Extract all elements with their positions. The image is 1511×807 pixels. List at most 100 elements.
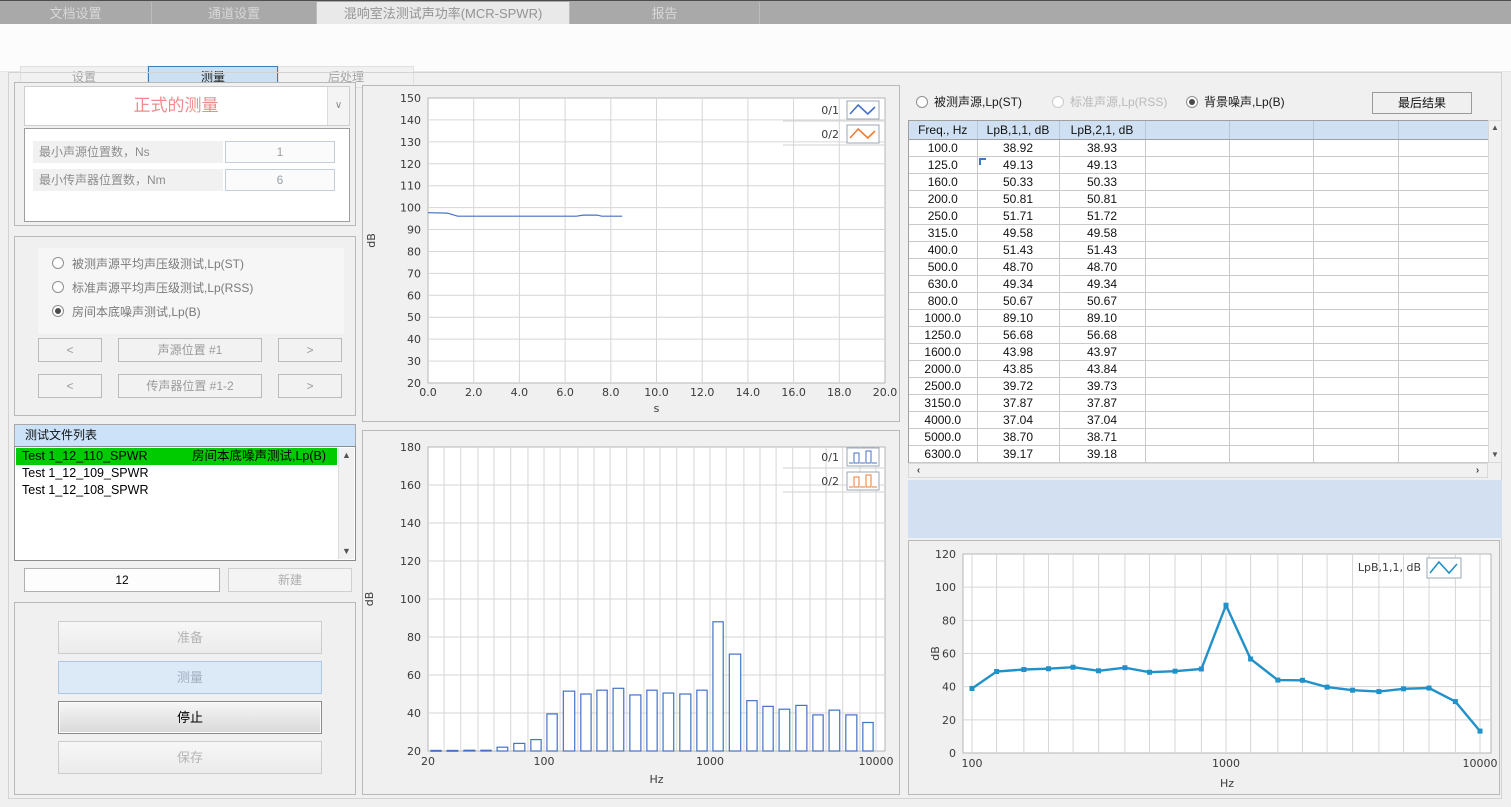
table-cell[interactable]: 1250.0 <box>909 326 977 343</box>
table-row[interactable]: 630.049.3449.34 <box>909 275 1489 292</box>
table-cell[interactable] <box>1145 377 1229 394</box>
table-cell[interactable] <box>1398 156 1489 173</box>
table-cell[interactable]: 315.0 <box>909 224 977 241</box>
table-row[interactable]: 4000.037.0437.04 <box>909 411 1489 428</box>
table-cell[interactable] <box>1313 207 1398 224</box>
table-cell[interactable] <box>1229 377 1313 394</box>
table-cell[interactable]: 50.33 <box>977 173 1059 190</box>
table-cell[interactable] <box>1145 190 1229 207</box>
table-row[interactable]: 1000.089.1089.10 <box>909 309 1489 326</box>
table-cell[interactable] <box>1229 224 1313 241</box>
table-cell[interactable]: 37.87 <box>977 394 1059 411</box>
table-cell[interactable] <box>1145 224 1229 241</box>
table-cell[interactable] <box>1398 309 1489 326</box>
table-cell[interactable]: 39.73 <box>1059 377 1145 394</box>
table-cell[interactable] <box>1313 343 1398 360</box>
table-cell[interactable] <box>1398 173 1489 190</box>
table-cell[interactable] <box>1398 428 1489 445</box>
table-row[interactable]: 200.050.8150.81 <box>909 190 1489 207</box>
table-cell[interactable] <box>1398 139 1489 156</box>
table-vertical-scrollbar[interactable]: ▲ ▼ <box>1488 120 1502 463</box>
table-cell[interactable]: 50.67 <box>1059 292 1145 309</box>
table-cell[interactable]: 49.58 <box>1059 224 1145 241</box>
stop-button[interactable]: 停止 <box>58 701 322 734</box>
radio-lp-rss[interactable] <box>52 281 64 293</box>
save-button[interactable]: 保存 <box>58 741 322 774</box>
table-row[interactable]: 2500.039.7239.73 <box>909 377 1489 394</box>
table-cell[interactable] <box>1145 258 1229 275</box>
table-cell[interactable] <box>1313 292 1398 309</box>
table-cell[interactable]: 51.43 <box>977 241 1059 258</box>
table-cell[interactable]: 400.0 <box>909 241 977 258</box>
table-row[interactable]: 6300.039.1739.18 <box>909 445 1489 462</box>
table-cell[interactable] <box>1229 258 1313 275</box>
table-cell[interactable]: 39.17 <box>977 445 1059 462</box>
table-cell[interactable]: 38.71 <box>1059 428 1145 445</box>
table-cell[interactable]: 43.85 <box>977 360 1059 377</box>
table-cell[interactable] <box>1398 360 1489 377</box>
table-cell[interactable]: 43.98 <box>977 343 1059 360</box>
table-cell[interactable] <box>1313 309 1398 326</box>
tab-mcr-spwr[interactable]: 混响室法测试声功率(MCR-SPWR) <box>317 2 570 25</box>
table-cell[interactable] <box>1229 343 1313 360</box>
table-cell[interactable] <box>1313 360 1398 377</box>
table-cell[interactable]: 1600.0 <box>909 343 977 360</box>
list-item[interactable]: Test 1_12_110_SPWR房间本底噪声测试,Lp(B) <box>16 448 337 465</box>
table-cell[interactable]: 50.81 <box>1059 190 1145 207</box>
table-cell[interactable] <box>1229 309 1313 326</box>
table-cell[interactable] <box>1398 190 1489 207</box>
table-cell[interactable]: 38.93 <box>1059 139 1145 156</box>
table-cell[interactable] <box>1398 343 1489 360</box>
table-cell[interactable] <box>1398 326 1489 343</box>
table-cell[interactable]: 2500.0 <box>909 377 977 394</box>
table-cell[interactable] <box>1398 275 1489 292</box>
table-cell[interactable]: 48.70 <box>977 258 1059 275</box>
table-cell[interactable]: 49.13 <box>977 156 1059 173</box>
table-cell[interactable] <box>1398 258 1489 275</box>
table-cell[interactable]: 51.43 <box>1059 241 1145 258</box>
table-cell[interactable]: 39.18 <box>1059 445 1145 462</box>
counter-button[interactable]: 12 <box>24 568 220 592</box>
table-cell[interactable]: 51.71 <box>977 207 1059 224</box>
table-cell[interactable]: 250.0 <box>909 207 977 224</box>
table-horizontal-scrollbar[interactable]: ‹ › <box>908 463 1488 478</box>
table-row[interactable]: 160.050.3350.33 <box>909 173 1489 190</box>
table-row[interactable]: 3150.037.8737.87 <box>909 394 1489 411</box>
tab-report[interactable]: 报告 <box>570 2 760 25</box>
radio-source-lp-st[interactable] <box>916 96 928 108</box>
table-row[interactable]: 800.050.6750.67 <box>909 292 1489 309</box>
final-result-button[interactable]: 最后结果 <box>1372 92 1472 114</box>
table-cell[interactable] <box>1145 326 1229 343</box>
nm-field[interactable]: 6 <box>225 169 335 191</box>
table-row[interactable]: 2000.043.8543.84 <box>909 360 1489 377</box>
table-cell[interactable] <box>1313 326 1398 343</box>
table-cell[interactable] <box>1229 156 1313 173</box>
table-cell[interactable] <box>1145 292 1229 309</box>
source-position-next-button[interactable]: > <box>278 338 342 362</box>
table-cell[interactable]: 39.72 <box>977 377 1059 394</box>
table-cell[interactable]: 3150.0 <box>909 394 977 411</box>
source-position-prev-button[interactable]: < <box>38 338 102 362</box>
table-cell[interactable]: 160.0 <box>909 173 977 190</box>
table-cell[interactable] <box>1313 241 1398 258</box>
table-cell[interactable] <box>1229 394 1313 411</box>
table-cell[interactable] <box>1145 139 1229 156</box>
table-cell[interactable] <box>1398 445 1489 462</box>
table-cell[interactable] <box>1145 428 1229 445</box>
table-cell[interactable] <box>1313 394 1398 411</box>
table-cell[interactable] <box>1145 411 1229 428</box>
table-row[interactable]: 5000.038.7038.71 <box>909 428 1489 445</box>
scroll-up-icon[interactable]: ▲ <box>1489 121 1501 135</box>
table-cell[interactable]: 37.04 <box>977 411 1059 428</box>
table-cell[interactable]: 49.34 <box>977 275 1059 292</box>
table-cell[interactable]: 50.33 <box>1059 173 1145 190</box>
table-cell[interactable] <box>1229 292 1313 309</box>
table-cell[interactable] <box>1229 445 1313 462</box>
table-cell[interactable]: 630.0 <box>909 275 977 292</box>
ns-field[interactable]: 1 <box>225 141 335 163</box>
scroll-right-icon[interactable]: › <box>1470 464 1485 477</box>
prepare-button[interactable]: 准备 <box>58 621 322 654</box>
table-cell[interactable]: 43.84 <box>1059 360 1145 377</box>
table-cell[interactable] <box>1229 190 1313 207</box>
mic-position-next-button[interactable]: > <box>278 374 342 398</box>
